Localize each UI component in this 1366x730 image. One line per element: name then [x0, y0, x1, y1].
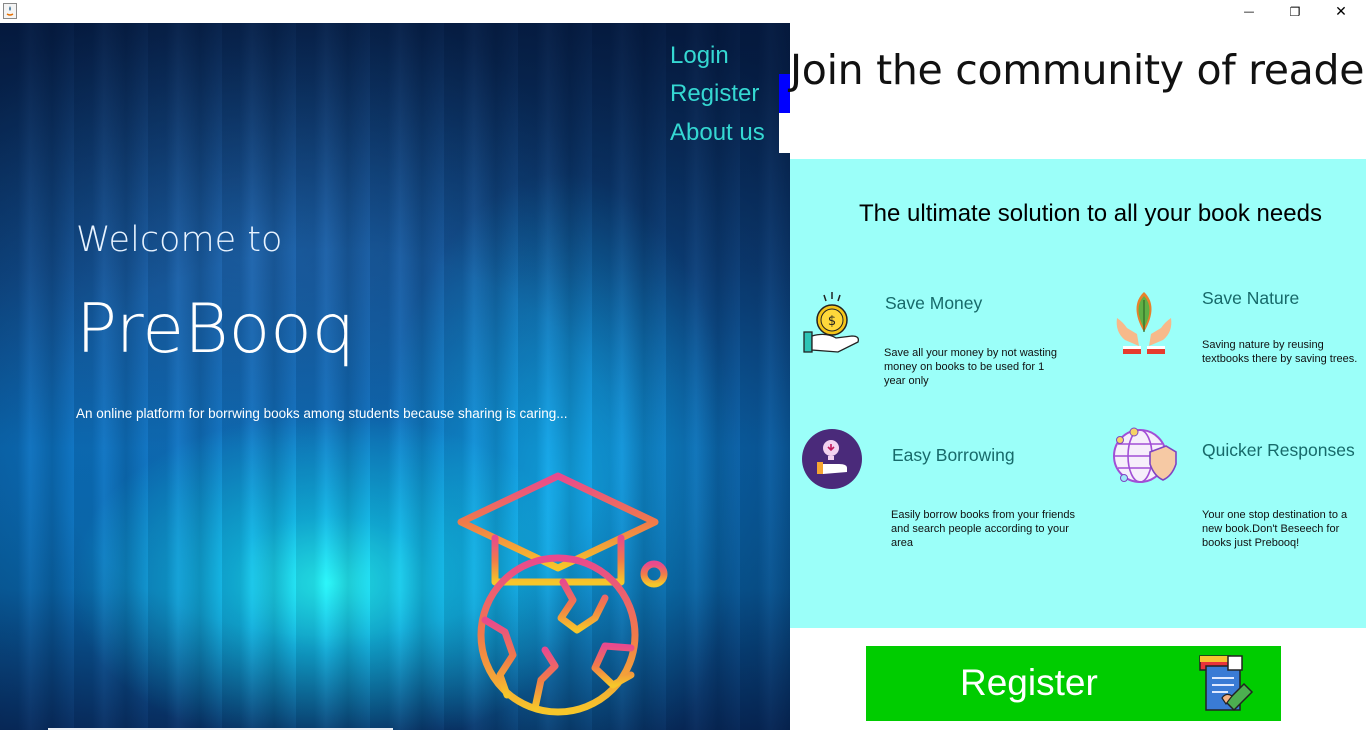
feature-title-quicker-responses: Quicker Responses: [1202, 440, 1355, 460]
feature-title-easy-borrowing: Easy Borrowing: [892, 445, 1015, 465]
register-form-icon: [1199, 655, 1254, 712]
feature-desc-quicker-responses: Your one stop destination to a new book.…: [1202, 509, 1348, 549]
minimize-icon: —: [1243, 5, 1255, 18]
feature-title-save-money: Save Money: [885, 293, 983, 313]
maximize-icon: ❐: [1289, 4, 1301, 19]
java-app-icon: [3, 3, 17, 19]
close-button[interactable]: ✕: [1318, 0, 1364, 23]
accent-marker: [779, 74, 790, 113]
maximize-button[interactable]: ❐: [1272, 0, 1318, 23]
hero-tagline: An online platform for borrwing books am…: [76, 406, 568, 421]
feature-desc-easy-borrowing: Easily borrow books from your friends an…: [891, 509, 1076, 549]
community-headline: Join the community of readers: [790, 46, 1366, 94]
svg-text:$: $: [828, 314, 836, 329]
nav-register-link[interactable]: Register: [670, 80, 759, 108]
graduation-cap-globe-icon: [457, 472, 668, 716]
feature-desc-save-money: Save all your money by not wasting money…: [884, 347, 1058, 387]
divider-strip: [779, 113, 790, 153]
brand-title: PreBooq: [76, 290, 356, 369]
features-title: The ultimate solution to all your book n…: [859, 200, 1322, 227]
features-panel: [790, 159, 1366, 628]
register-button-label: Register: [960, 662, 1098, 703]
money-hand-icon: $: [803, 292, 860, 353]
welcome-text: Welcome to: [76, 220, 283, 260]
close-icon: ✕: [1335, 3, 1347, 20]
nav-about-link[interactable]: About us: [670, 119, 765, 147]
lightbulb-hand-icon: [802, 429, 862, 489]
feature-desc-save-nature: Saving nature by reusing textbooks there…: [1202, 339, 1358, 365]
nav-login-link[interactable]: Login: [670, 42, 729, 70]
minimize-button[interactable]: —: [1226, 0, 1272, 23]
leaf-hands-icon: [1116, 292, 1172, 354]
window-titlebar: — ❐ ✕: [0, 0, 1366, 23]
globe-shield-icon: [1113, 427, 1177, 483]
feature-title-save-nature: Save Nature: [1202, 288, 1300, 308]
register-button[interactable]: Register: [866, 646, 1281, 721]
